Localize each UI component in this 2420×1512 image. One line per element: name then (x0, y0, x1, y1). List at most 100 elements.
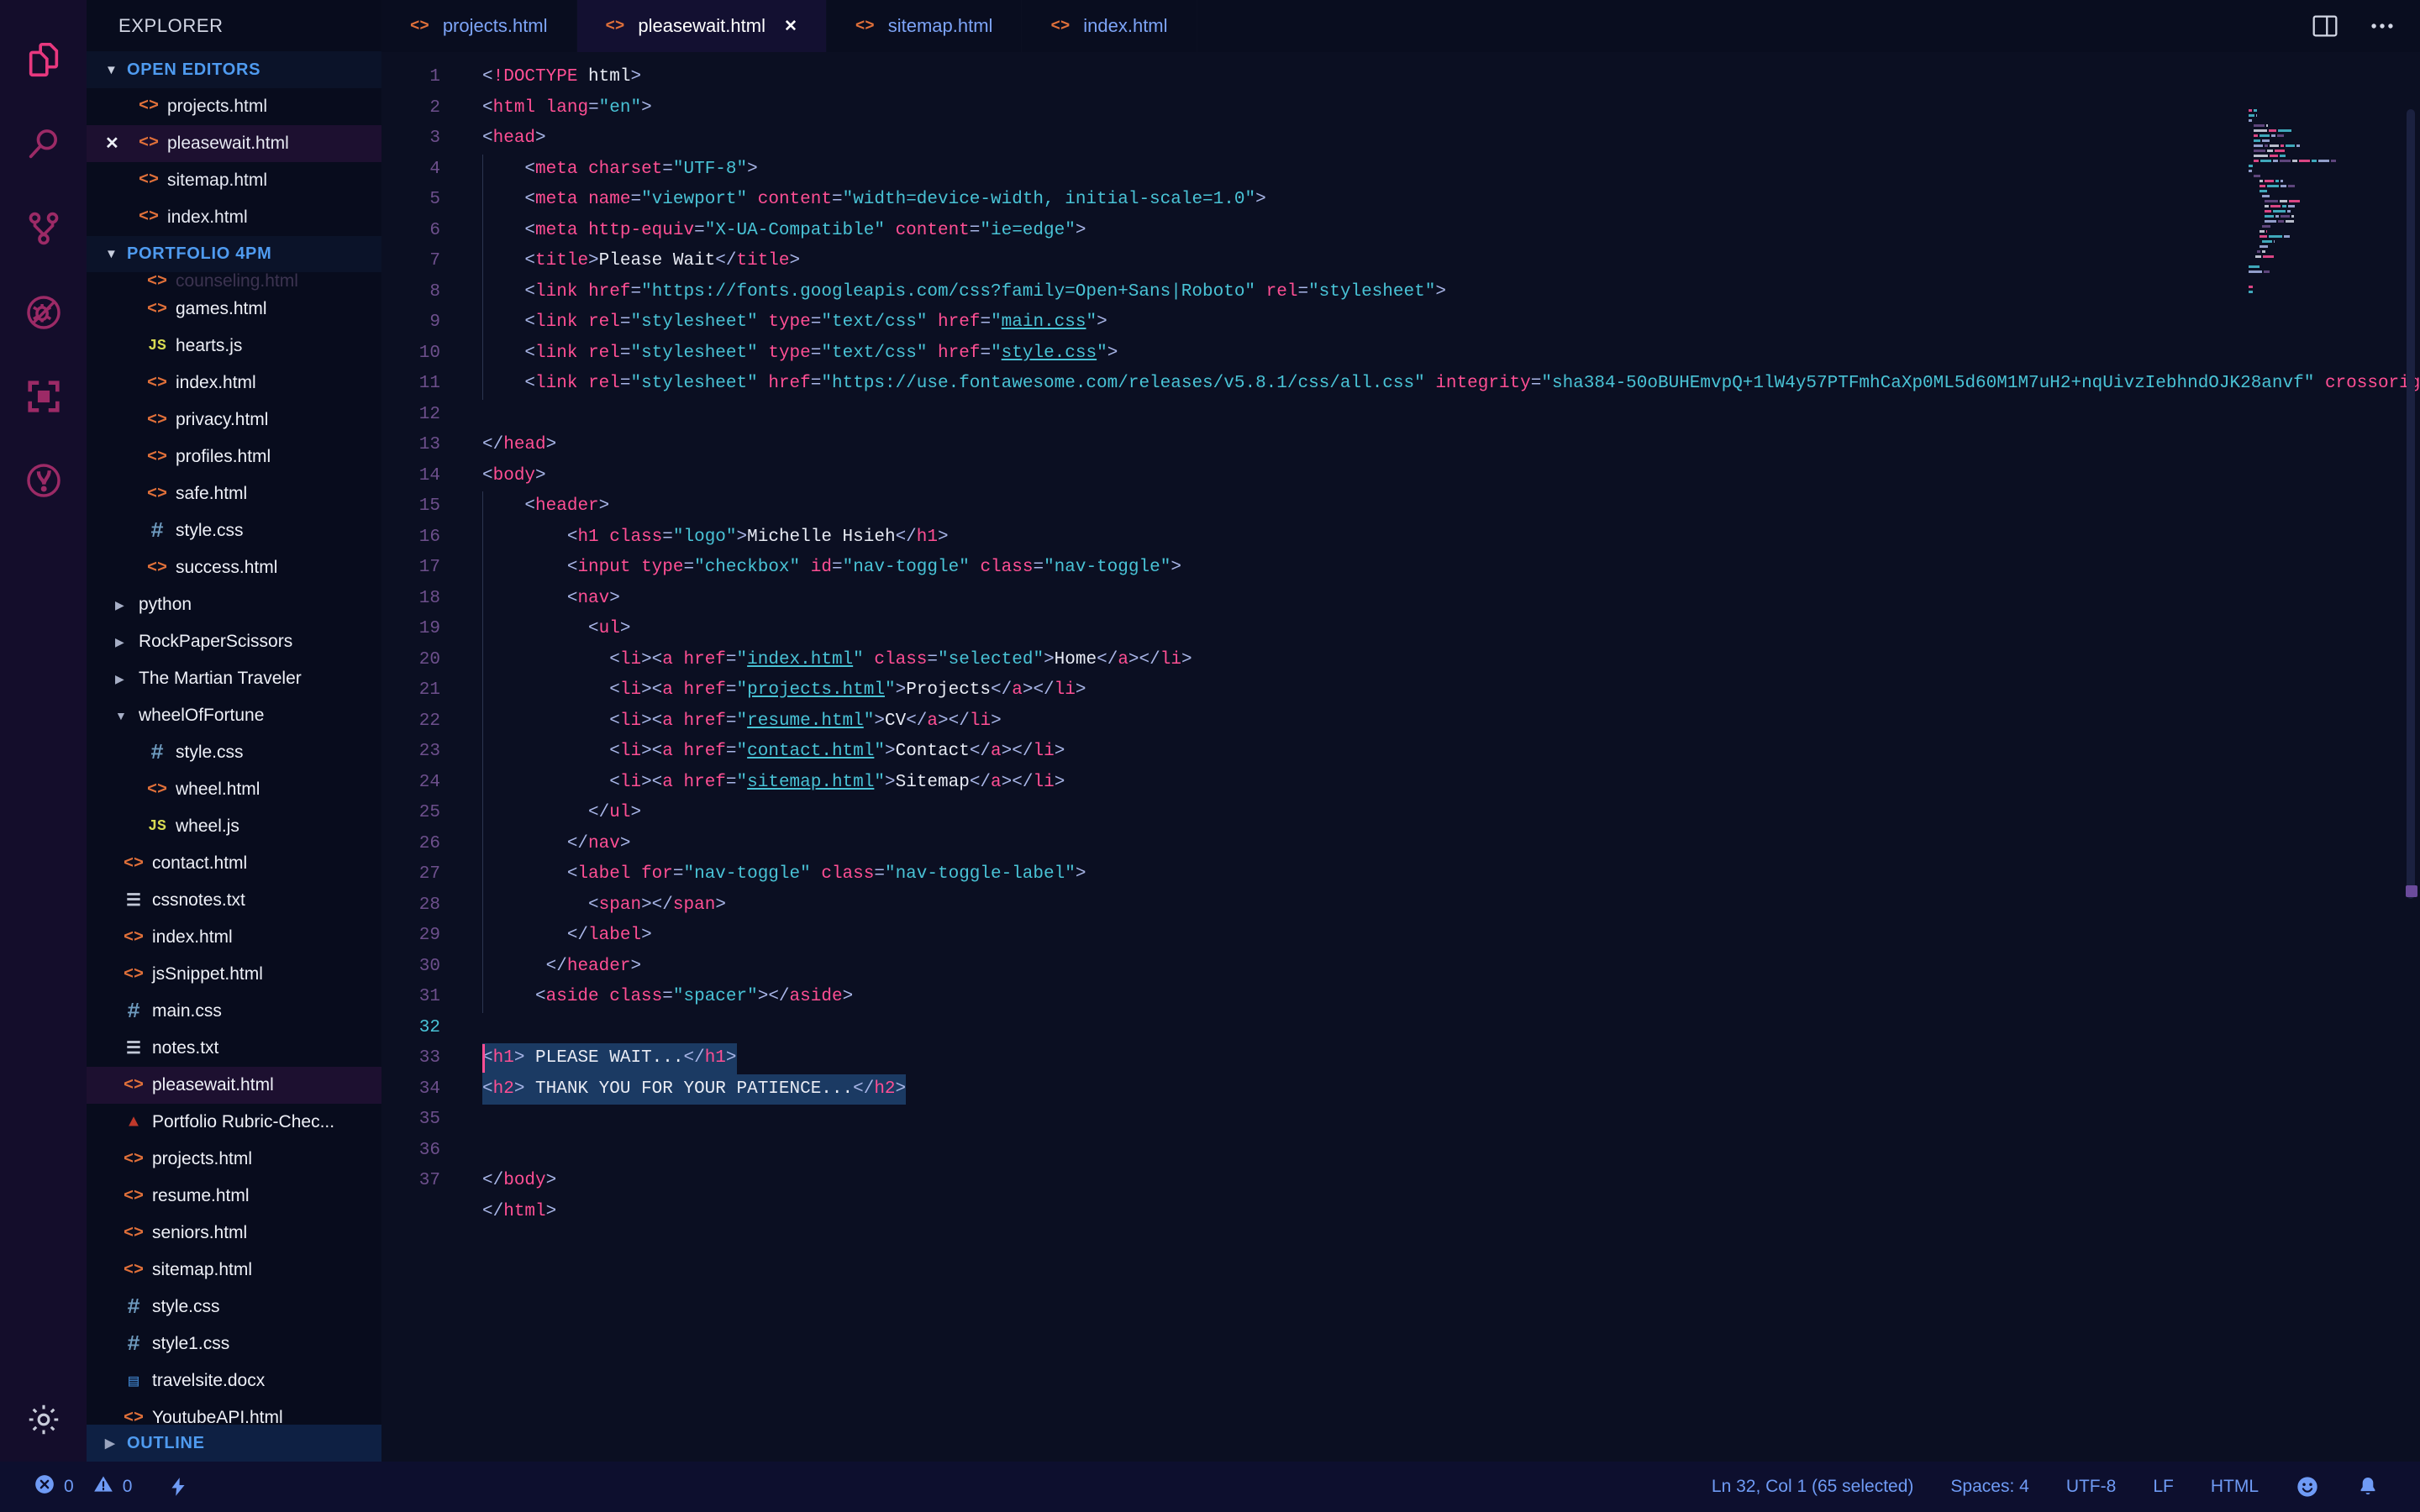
code-line[interactable]: <h1> PLEASE WAIT...</h1> (482, 1043, 2420, 1074)
code-line[interactable]: <meta charset="UTF-8"> (482, 154, 2420, 185)
tree-file-jssnippet.html[interactable]: <> jsSnippet.html (87, 956, 381, 993)
tree-row-clipped[interactable]: <> counseling.html (87, 272, 381, 291)
code-line[interactable]: <li><a href="projects.html">Projects</a>… (482, 675, 2420, 706)
code-line[interactable]: <!DOCTYPE html> (482, 62, 2420, 93)
tree-file-style.css[interactable]: # style.css (87, 1289, 381, 1326)
tree-file-resume.html[interactable]: <> resume.html (87, 1178, 381, 1215)
git-graph-icon[interactable] (0, 438, 87, 522)
tree-file-index.html[interactable]: <> index.html (87, 365, 381, 402)
tree-file-index.html[interactable]: <> index.html (87, 919, 381, 956)
close-icon[interactable]: ✕ (105, 96, 130, 117)
tree-folder-python[interactable]: ▶ python (87, 586, 381, 623)
tree-file-style.css[interactable]: # style.css (87, 512, 381, 549)
code-line-wrapped[interactable] (482, 400, 2420, 431)
language-mode-status[interactable]: HTML (2192, 1477, 2277, 1497)
tree-file-games.html[interactable]: <> games.html (87, 291, 381, 328)
code-editor[interactable]: 1 2 3 4 5 6 7 8 9 10 11 12 13 14 15 16 17 18 19 20 21 22 23 24 2… (381, 52, 2420, 1462)
encoding-status[interactable]: UTF-8 (2048, 1477, 2135, 1497)
code-line[interactable]: <meta name="viewport" content="width=dev… (482, 185, 2420, 216)
code-line[interactable]: </ul> (482, 798, 2420, 829)
fold-strip[interactable] (454, 52, 482, 1462)
close-icon[interactable]: ✕ (105, 207, 130, 228)
code-line[interactable]: <h2> THANK YOU FOR YOUR PATIENCE...</h2> (482, 1074, 2420, 1105)
code-line[interactable] (482, 1105, 2420, 1136)
lightning-icon[interactable] (155, 1476, 201, 1498)
tree-folder-the-martian-traveler[interactable]: ▶ The Martian Traveler (87, 660, 381, 697)
tree-file-notes.txt[interactable]: ☰ notes.txt (87, 1030, 381, 1067)
tab-pleasewait-html[interactable]: <> pleasewait.html ✕ (576, 0, 827, 52)
code-line[interactable]: <li><a href="contact.html">Contact</a></… (482, 737, 2420, 768)
section-outline[interactable]: ▶ OUTLINE (87, 1425, 381, 1462)
code-line[interactable]: <aside class="spacer"></aside> (482, 982, 2420, 1013)
code-line[interactable]: <link rel="stylesheet" href="https://use… (482, 369, 2420, 400)
split-editor-icon[interactable] (2311, 12, 2339, 40)
minimap[interactable] (2249, 109, 2396, 293)
code-line[interactable]: <li><a href="index.html" class="selected… (482, 644, 2420, 675)
explorer-icon[interactable] (0, 18, 87, 102)
code-line[interactable]: </body> (482, 1166, 2420, 1197)
tab-projects-html[interactable]: <> projects.html (381, 0, 577, 52)
code-line[interactable]: <li><a href="resume.html">CV</a></li> (482, 706, 2420, 737)
tree-file-safe.html[interactable]: <> safe.html (87, 475, 381, 512)
tree-file-projects.html[interactable]: <> projects.html (87, 1141, 381, 1178)
tree-file-profiles.html[interactable]: <> profiles.html (87, 438, 381, 475)
tree-file-style1.css[interactable]: # style1.css (87, 1326, 381, 1362)
tree-file-main.css[interactable]: # main.css (87, 993, 381, 1030)
tree-file-contact.html[interactable]: <> contact.html (87, 845, 381, 882)
code-line[interactable]: <li><a href="sitemap.html">Sitemap</a></… (482, 767, 2420, 798)
tree-folder-rockpaperscissors[interactable]: ▶ RockPaperScissors (87, 623, 381, 660)
code-content[interactable]: <!DOCTYPE html> <html lang="en"> <head> <m… (482, 52, 2420, 1462)
code-line[interactable]: <meta http-equiv="X-UA-Compatible" conte… (482, 215, 2420, 246)
file-tree[interactable]: <> counseling.html <> games.html JS hearts.… (87, 272, 381, 1425)
run-and-debug-icon[interactable] (0, 270, 87, 354)
tree-file-pleasewait.html[interactable]: <> pleasewait.html (87, 1067, 381, 1105)
code-line[interactable]: </header> (482, 951, 2420, 982)
open-editor-pleasewait[interactable]: ✕ <> pleasewait.html (87, 124, 381, 162)
extensions-icon[interactable] (0, 354, 87, 438)
code-line[interactable]: <link rel="stylesheet" type="text/css" h… (482, 338, 2420, 369)
close-icon[interactable]: ✕ (784, 17, 797, 36)
code-line[interactable]: <header> (482, 491, 2420, 522)
code-line[interactable]: </nav> (482, 828, 2420, 859)
code-line[interactable]: </html> (482, 1197, 2420, 1228)
code-line[interactable]: </label> (482, 921, 2420, 952)
code-line[interactable]: <head> (482, 123, 2420, 155)
code-line[interactable]: <html lang="en"> (482, 93, 2420, 124)
code-line[interactable]: <input type="checkbox" id="nav-toggle" c… (482, 553, 2420, 584)
code-line[interactable]: <link href="https://fonts.googleapis.com… (482, 276, 2420, 307)
settings-gear-icon[interactable] (0, 1378, 87, 1462)
code-line[interactable]: <label for="nav-toggle" class="nav-toggl… (482, 859, 2420, 890)
code-line[interactable] (482, 1136, 2420, 1167)
tree-file-hearts.js[interactable]: JS hearts.js (87, 328, 381, 365)
source-control-icon[interactable] (0, 186, 87, 270)
code-line[interactable]: <span></span> (482, 890, 2420, 921)
tree-file-wheel.js[interactable]: JS wheel.js (87, 808, 381, 845)
section-open-editors[interactable]: ▼ OPEN EDITORS (87, 51, 381, 88)
problems-status[interactable]: 0 0 (22, 1473, 144, 1500)
code-line[interactable]: <link rel="stylesheet" type="text/css" h… (482, 307, 2420, 339)
tree-file-sitemap.html[interactable]: <> sitemap.html (87, 1252, 381, 1289)
code-line[interactable]: <body> (482, 461, 2420, 492)
tree-file-travelsite.docx[interactable]: ▤ travelsite.docx (87, 1362, 381, 1399)
editor-scrollbar[interactable] (2407, 109, 2415, 899)
tree-file-privacy.html[interactable]: <> privacy.html (87, 402, 381, 438)
smiley-icon[interactable] (2277, 1475, 2338, 1499)
open-editor-index[interactable]: ✕ <> index.html (87, 199, 381, 236)
code-line[interactable] (482, 1013, 2420, 1044)
tree-file-youtubeapi.html[interactable]: <> YoutubeAPI.html (87, 1399, 381, 1425)
search-icon[interactable] (0, 102, 87, 186)
bell-icon[interactable] (2338, 1475, 2398, 1499)
tree-file-seniors.html[interactable]: <> seniors.html (87, 1215, 381, 1252)
eol-status[interactable]: LF (2134, 1477, 2192, 1497)
tree-file-portfolio-rubric-chec...[interactable]: ▲ Portfolio Rubric-Chec... (87, 1104, 381, 1141)
code-line[interactable]: <nav> (482, 583, 2420, 614)
open-editor-sitemap[interactable]: ✕ <> sitemap.html (87, 162, 381, 199)
tab-index-html[interactable]: <> index.html (1022, 0, 1197, 52)
code-line[interactable]: </head> (482, 430, 2420, 461)
tree-file-wheel.html[interactable]: <> wheel.html (87, 771, 381, 808)
open-editor-projects[interactable]: ✕ <> projects.html (87, 88, 381, 125)
cursor-position[interactable]: Ln 32, Col 1 (65 selected) (1693, 1477, 1932, 1497)
tree-file-cssnotes.txt[interactable]: ☰ cssnotes.txt (87, 882, 381, 919)
tab-sitemap-html[interactable]: <> sitemap.html (826, 0, 1023, 52)
section-project-folder[interactable]: ▼ PORTFOLIO 4PM (87, 235, 381, 273)
